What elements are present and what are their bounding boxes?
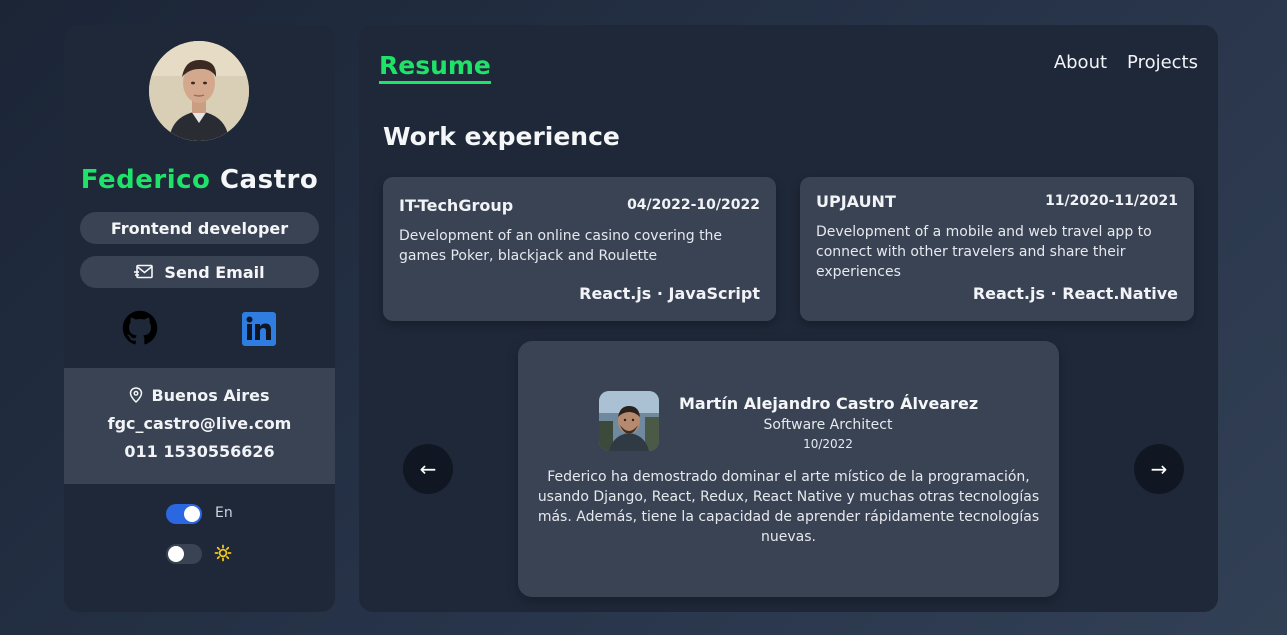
profile-name: Federico Castro — [64, 165, 335, 195]
job-dates: 04/2022-10/2022 — [627, 197, 760, 213]
job-company: IT-TechGroup — [399, 196, 514, 215]
location-row: Buenos Aires — [64, 382, 335, 410]
job-card: UPJAUNT 11/2020-11/2021 Development of a… — [800, 177, 1194, 321]
job-description: Development of an online casino covering… — [399, 228, 723, 264]
nav-link-about[interactable]: About — [1054, 52, 1107, 73]
main-panel: Resume About Projects Work experience IT… — [359, 25, 1218, 612]
job-company: UPJAUNT — [816, 192, 896, 211]
testimonial-name: Martín Alejandro Castro Álvearez — [679, 394, 979, 413]
send-email-label: Send Email — [164, 262, 265, 282]
first-name: Federico — [80, 165, 211, 195]
toggle-knob — [168, 546, 184, 562]
section-title: Work experience — [383, 122, 620, 151]
profile-sidebar: Federico Castro Frontend developer Send … — [64, 25, 335, 612]
nav-link-projects[interactable]: Projects — [1127, 52, 1198, 73]
job-tech: React.js · JavaScript — [579, 284, 760, 303]
testimonial-quote: Federico ha demostrado dominar el arte m… — [537, 469, 1040, 545]
job-dates: 11/2020-11/2021 — [1045, 193, 1178, 209]
profile-avatar — [149, 41, 249, 141]
location-text: Buenos Aires — [151, 386, 270, 405]
testimonial-date: 10/2022 — [803, 437, 853, 451]
testimonial-card: Martín Alejandro Castro Álvearez Softwar… — [518, 341, 1059, 597]
email-text: fgc_castro@live.com — [107, 414, 292, 433]
carousel-prev-button[interactable]: ← — [403, 444, 453, 494]
tab-resume[interactable]: Resume — [379, 51, 491, 84]
testimonial-avatar — [599, 391, 659, 451]
send-email-button[interactable]: Send Email — [80, 256, 319, 288]
language-label: En — [215, 505, 233, 521]
github-icon[interactable] — [122, 310, 158, 346]
toggle-knob — [184, 506, 200, 522]
last-name: Castro — [219, 165, 319, 195]
linkedin-icon[interactable] — [242, 312, 276, 346]
mail-icon — [134, 264, 154, 280]
job-tech: React.js · React.Native — [972, 284, 1178, 303]
top-nav: About Projects — [1054, 52, 1198, 73]
arrow-right-icon: → — [1150, 457, 1168, 481]
testimonial-role: Software Architect — [763, 417, 893, 433]
location-pin-icon — [129, 384, 143, 412]
contact-info: Buenos Aires fgc_castro@live.com 011 153… — [64, 368, 335, 484]
language-toggle[interactable] — [166, 504, 202, 524]
theme-toggle[interactable] — [166, 544, 202, 564]
sun-icon — [214, 544, 232, 562]
arrow-left-icon: ← — [419, 457, 437, 481]
role-label: Frontend developer — [110, 218, 289, 238]
role-badge: Frontend developer — [80, 212, 319, 244]
job-description: Development of a mobile and web travel a… — [816, 224, 1152, 280]
carousel-next-button[interactable]: → — [1134, 444, 1184, 494]
job-card: IT-TechGroup 04/2022-10/2022 Development… — [383, 177, 776, 321]
social-links — [64, 310, 335, 350]
phone-text: 011 1530556626 — [124, 442, 275, 461]
